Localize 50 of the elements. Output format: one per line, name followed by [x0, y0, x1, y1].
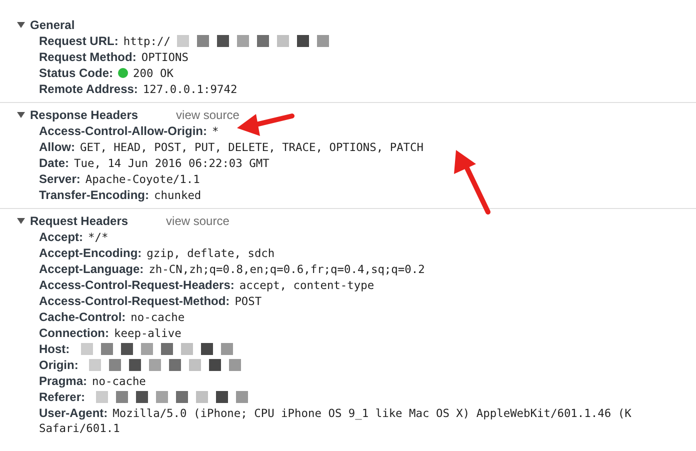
header-name: Access-Control-Allow-Origin:	[39, 124, 208, 138]
header-name: Accept-Language:	[39, 262, 144, 276]
header-value: OPTIONS	[141, 50, 188, 64]
header-name: User-Agent:	[39, 406, 108, 420]
section-title[interactable]: Request Headers	[30, 214, 128, 228]
section-title[interactable]: General	[30, 18, 75, 32]
view-source-link[interactable]: view source	[166, 214, 230, 228]
header-name: Allow:	[39, 140, 75, 154]
header-name: Referer:	[39, 390, 86, 404]
header-name: Access-Control-Request-Headers:	[39, 278, 234, 292]
header-value: accept, content-type	[239, 278, 374, 292]
header-name: Accept:	[39, 230, 84, 244]
header-name: Connection:	[39, 326, 109, 340]
header-name: Access-Control-Request-Method:	[39, 294, 230, 308]
header-name: Server:	[39, 172, 80, 186]
header-value: */*	[88, 230, 108, 244]
arrow-drawing	[237, 114, 294, 136]
header-value: 127.0.0.1:9742	[142, 82, 238, 96]
header-value: http://	[123, 34, 170, 48]
section-title[interactable]: Response Headers	[30, 108, 138, 122]
header-value: chunked	[154, 188, 202, 202]
header-name: Pragma:	[39, 374, 88, 388]
header-value: POST	[234, 294, 262, 308]
header-name: Cache-Control:	[39, 310, 126, 324]
header-name: Accept-Encoding:	[39, 246, 142, 260]
header-name: Transfer-Encoding:	[39, 188, 150, 202]
header-value: zh-CN,zh;q=0.8,en;q=0.6,fr;q=0.4,sq;q=0.2	[148, 262, 425, 276]
header-name: Request URL:	[39, 34, 118, 48]
header-value: Safari/601.1	[39, 421, 121, 437]
header-name: Date:	[39, 156, 70, 170]
header-value: gzip, deflate, sdch	[146, 246, 275, 260]
header-name: Request Method:	[39, 50, 136, 64]
arrow-drawing	[454, 150, 490, 214]
header-value: Apache-Coyote/1.1	[85, 172, 200, 186]
header-name: Status Code:	[39, 66, 114, 80]
view-source-link[interactable]: view source	[176, 108, 240, 122]
header-value: *	[212, 124, 219, 138]
disclosure-triangle-icon[interactable]	[17, 216, 25, 224]
header-value: keep-alive	[114, 326, 182, 340]
header-name: Host:	[39, 342, 70, 356]
header-value: Mozilla/5.0 (iPhone; CPU iPhone OS 9_1 like Mac OS X) AppleWebKit/601.1.46 (K	[112, 406, 632, 420]
disclosure-triangle-icon[interactable]	[17, 110, 25, 118]
header-value: 200 OK	[133, 66, 174, 80]
header-value: no-cache	[92, 374, 146, 388]
header-name: Remote Address:	[39, 82, 138, 96]
header-value: GET, HEAD, POST, PUT, DELETE, TRACE, OPTIONS, PATCH	[80, 140, 424, 154]
header-value: Tue, 14 Jun 2016 06:22:03 GMT	[74, 156, 270, 170]
disclosure-triangle-icon[interactable]	[17, 20, 25, 28]
header-value: no-cache	[130, 310, 185, 324]
header-name: Origin:	[39, 358, 78, 372]
